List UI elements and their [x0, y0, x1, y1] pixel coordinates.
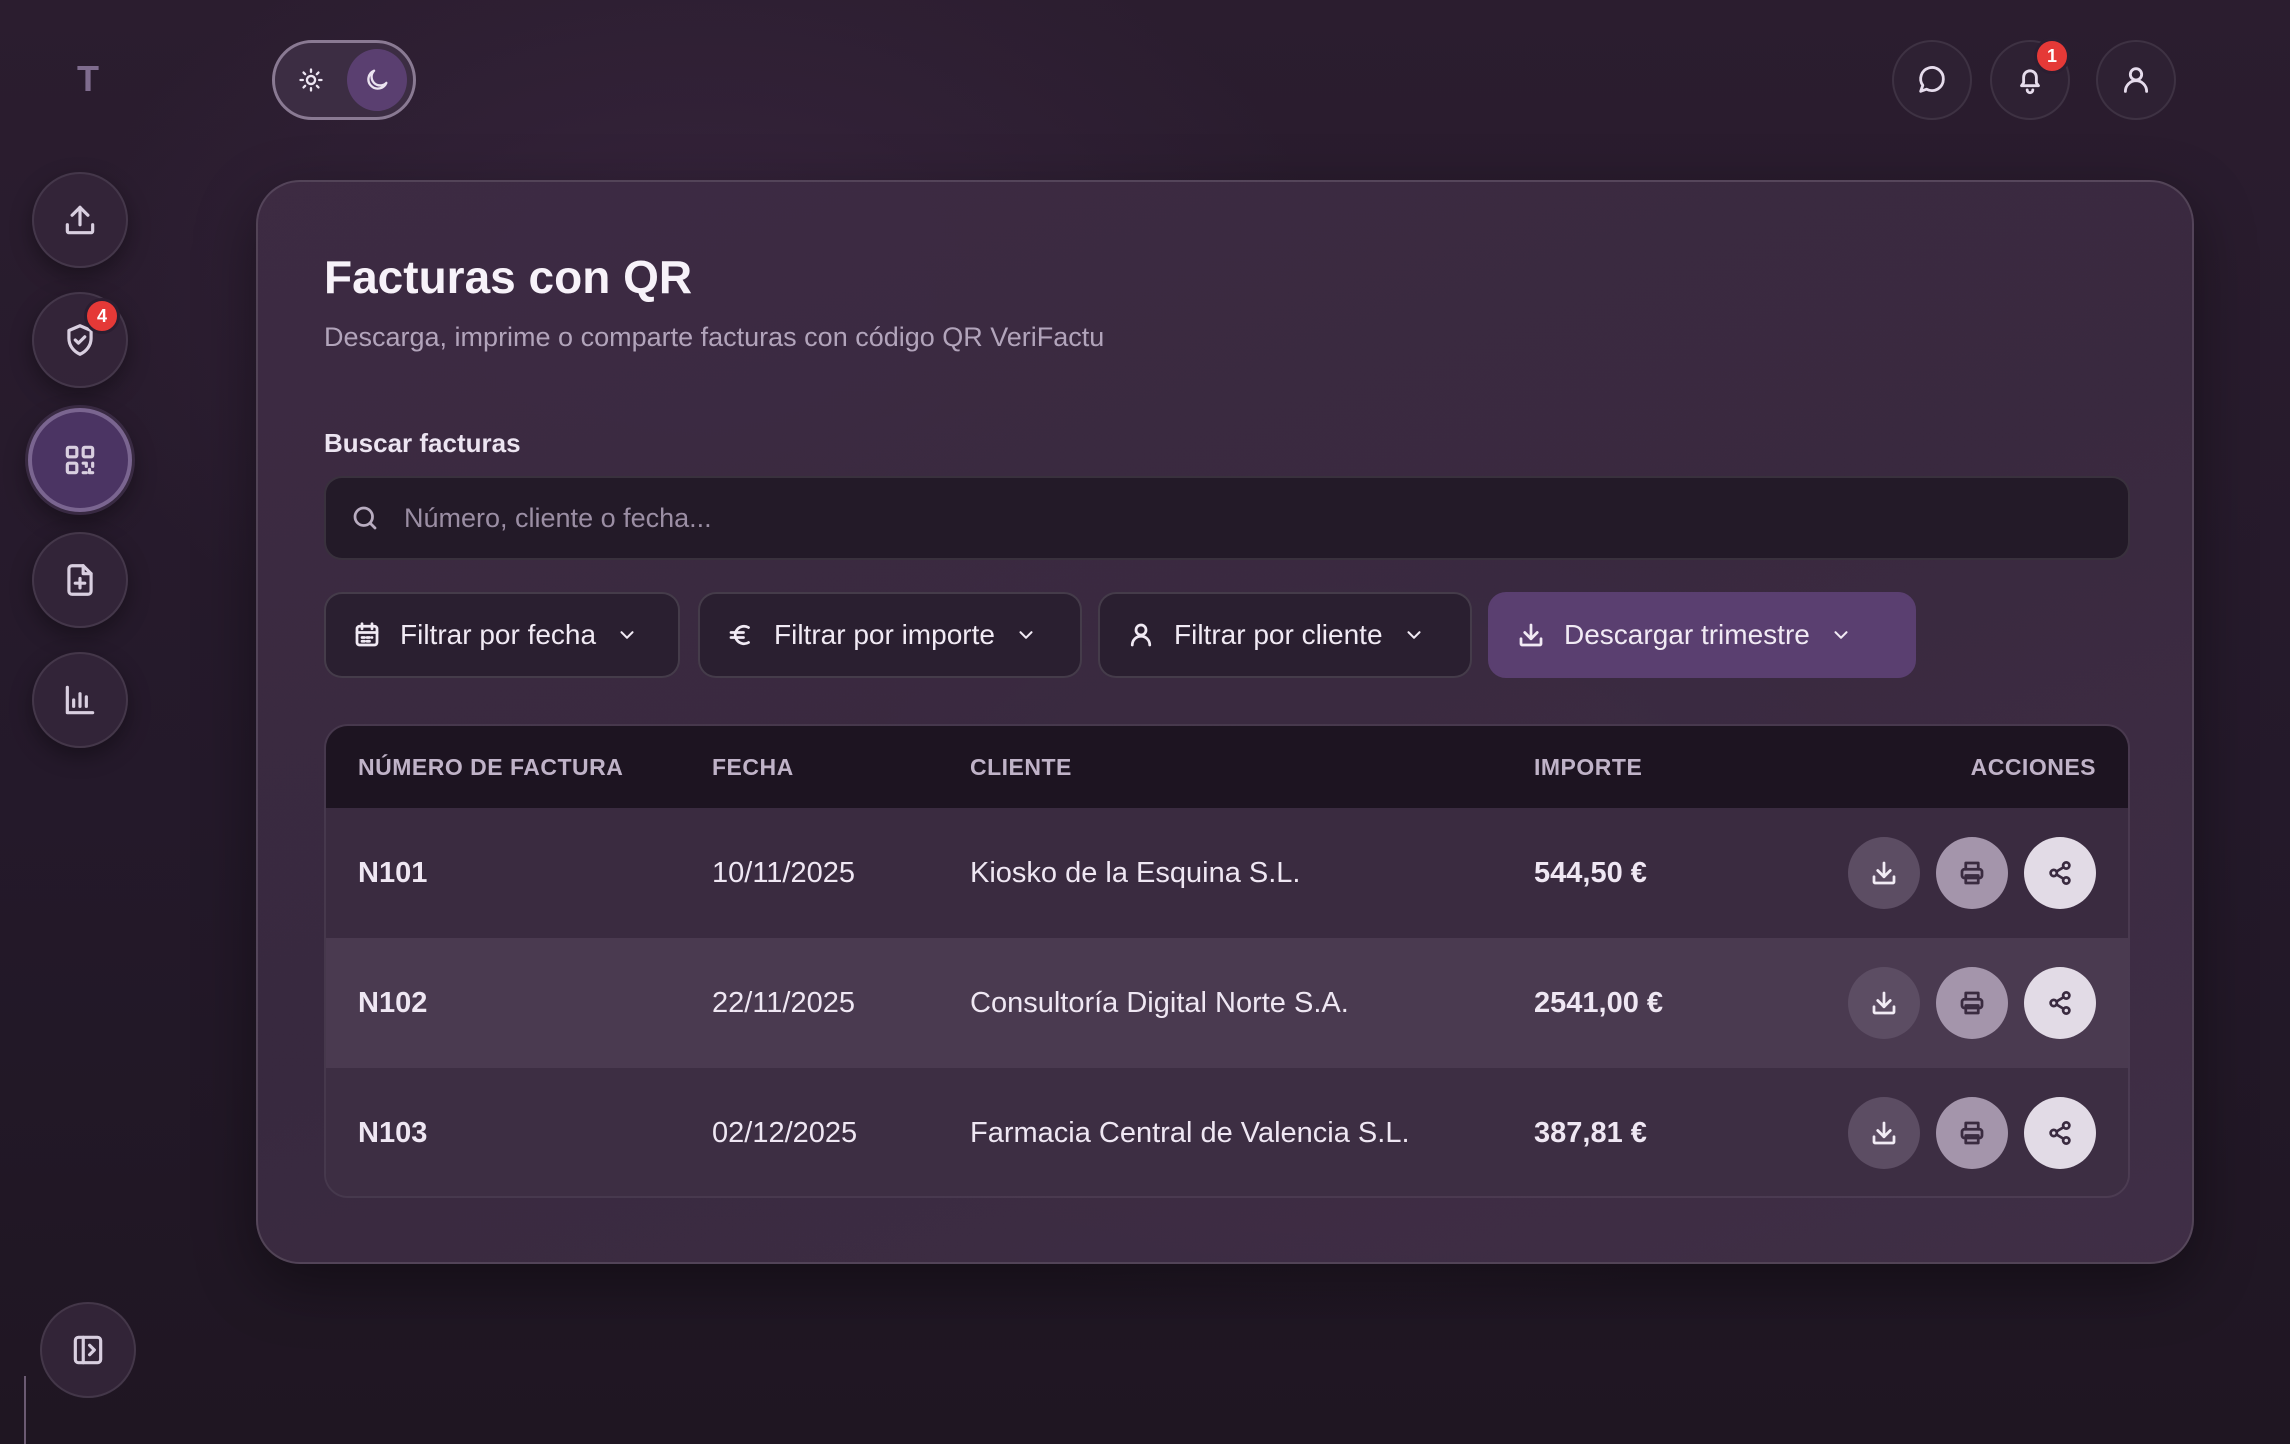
- table-header: NÚMERO DE FACTURA FECHA CLIENTE IMPORTE …: [326, 726, 2128, 808]
- column-header-date[interactable]: FECHA: [712, 754, 970, 781]
- invoice-number: N103: [358, 1116, 428, 1149]
- chevron-down-icon: [1019, 631, 1033, 639]
- invoice-amount: 544,50 €: [1534, 856, 1647, 889]
- share-icon: [2049, 991, 2071, 1015]
- search-label: Buscar facturas: [324, 428, 521, 458]
- edge-divider: [24, 1376, 26, 1444]
- column-header-actions: ACCIONES: [1970, 753, 2096, 780]
- page-title: Facturas con QR: [324, 251, 693, 303]
- download-icon: [1872, 991, 1896, 1015]
- moon-icon: [367, 69, 388, 90]
- sidebar: T 4: [0, 0, 160, 1444]
- download-button[interactable]: [1848, 967, 1920, 1039]
- share-icon: [2049, 1121, 2071, 1145]
- download-quarter-button[interactable]: Descargar trimestre: [1488, 592, 1916, 678]
- row-actions: [1814, 837, 2128, 909]
- sidebar-item-upload[interactable]: [32, 172, 128, 268]
- column-header-amount[interactable]: IMPORTE: [1534, 754, 1814, 781]
- invoice-client: Consultoría Digital Norte S.A.: [970, 986, 1349, 1019]
- invoice-client: Farmacia Central de Valencia S.L.: [970, 1116, 1410, 1149]
- invoice-number: N101: [358, 856, 428, 889]
- invoice-date: 10/11/2025: [712, 856, 855, 889]
- sun-icon: [299, 68, 323, 92]
- sidebar-collapse-button[interactable]: [40, 1302, 136, 1398]
- print-button[interactable]: [1936, 837, 2008, 909]
- download-icon: [1872, 861, 1896, 885]
- user-menu-button[interactable]: [2096, 40, 2176, 120]
- invoice-date: 22/11/2025: [712, 986, 855, 1019]
- print-button[interactable]: [1936, 1097, 2008, 1169]
- chevron-down-icon: [1407, 631, 1421, 639]
- filter-date-label: Filtrar por fecha: [400, 619, 597, 650]
- sidebar-toggle-icon: [73, 1335, 103, 1365]
- column-header-number[interactable]: NÚMERO DE FACTURA: [326, 754, 712, 781]
- theme-dark-option[interactable]: [347, 49, 407, 111]
- printer-icon: [1960, 861, 1984, 885]
- download-button[interactable]: [1848, 1097, 1920, 1169]
- invoice-client: Kiosko de la Esquina S.L.: [970, 856, 1301, 889]
- file-plus-icon: [67, 564, 93, 596]
- download-icon: [1519, 623, 1543, 647]
- share-button[interactable]: [2024, 1097, 2096, 1169]
- theme-light-option[interactable]: [281, 49, 341, 111]
- upload-icon: [65, 205, 95, 235]
- download-quarter-label: Descargar trimestre: [1564, 619, 1810, 650]
- invoice-amount: 2541,00 €: [1534, 986, 1664, 1019]
- notifications-button[interactable]: 1: [1990, 38, 2070, 120]
- notifications-badge: 1: [2034, 38, 2070, 74]
- sidebar-item-reports[interactable]: [32, 652, 128, 748]
- share-button[interactable]: [2024, 967, 2096, 1039]
- filter-amount-label: Filtrar por importe: [774, 619, 995, 650]
- invoice-amount: 387,81 €: [1534, 1116, 1647, 1149]
- chat-button[interactable]: [1892, 40, 1972, 120]
- filter-amount-button[interactable]: Filtrar por importe: [698, 592, 1082, 678]
- qr-code-icon: [65, 445, 95, 475]
- calendar-icon: [355, 622, 379, 647]
- table-row[interactable]: N101 10/11/2025 Kiosko de la Esquina S.L…: [326, 808, 2128, 938]
- app-logo: T: [77, 58, 99, 99]
- invoices-card: Facturas con QR Descarga, imprime o comp…: [256, 180, 2194, 1264]
- share-icon: [2049, 861, 2071, 885]
- download-icon: [1872, 1121, 1896, 1145]
- theme-toggle[interactable]: [272, 40, 416, 120]
- invoice-date: 02/12/2025: [712, 1116, 858, 1149]
- chat-icon: [1919, 66, 1945, 93]
- printer-icon: [1960, 1121, 1984, 1145]
- header-actions: 1: [1892, 38, 2176, 120]
- table-row[interactable]: N102 22/11/2025 Consultoría Digital Nort…: [326, 938, 2128, 1068]
- chevron-down-icon: [1834, 631, 1848, 639]
- row-actions: [1814, 1097, 2128, 1169]
- filter-date-button[interactable]: Filtrar por fecha: [324, 592, 680, 678]
- print-button[interactable]: [1936, 967, 2008, 1039]
- column-header-client[interactable]: CLIENTE: [970, 754, 1534, 781]
- invoices-table: NÚMERO DE FACTURA FECHA CLIENTE IMPORTE …: [324, 724, 2130, 1198]
- search-input[interactable]: [404, 502, 2128, 534]
- printer-icon: [1960, 991, 1984, 1015]
- sidebar-item-qr-invoices[interactable]: [28, 408, 132, 512]
- search-icon: [353, 506, 377, 530]
- table-row[interactable]: N103 02/12/2025 Farmacia Central de Vale…: [326, 1068, 2128, 1196]
- filter-client-label: Filtrar por cliente: [1174, 619, 1383, 650]
- chevron-down-icon: [620, 631, 634, 639]
- row-actions: [1814, 967, 2128, 1039]
- download-button[interactable]: [1848, 837, 1920, 909]
- sidebar-item-new-invoice[interactable]: [32, 532, 128, 628]
- bar-chart-icon: [65, 685, 95, 715]
- user-icon: [1130, 623, 1152, 647]
- share-button[interactable]: [2024, 837, 2096, 909]
- sidebar-item-verify[interactable]: 4: [32, 292, 128, 388]
- user-icon: [2123, 67, 2149, 93]
- filter-client-button[interactable]: Filtrar por cliente: [1098, 592, 1472, 678]
- search-field[interactable]: [324, 476, 2130, 560]
- page-subtitle: Descarga, imprime o comparte facturas co…: [324, 322, 1105, 352]
- invoice-number: N102: [358, 986, 428, 1019]
- sidebar-badge: 4: [84, 298, 120, 334]
- euro-icon: [729, 624, 750, 646]
